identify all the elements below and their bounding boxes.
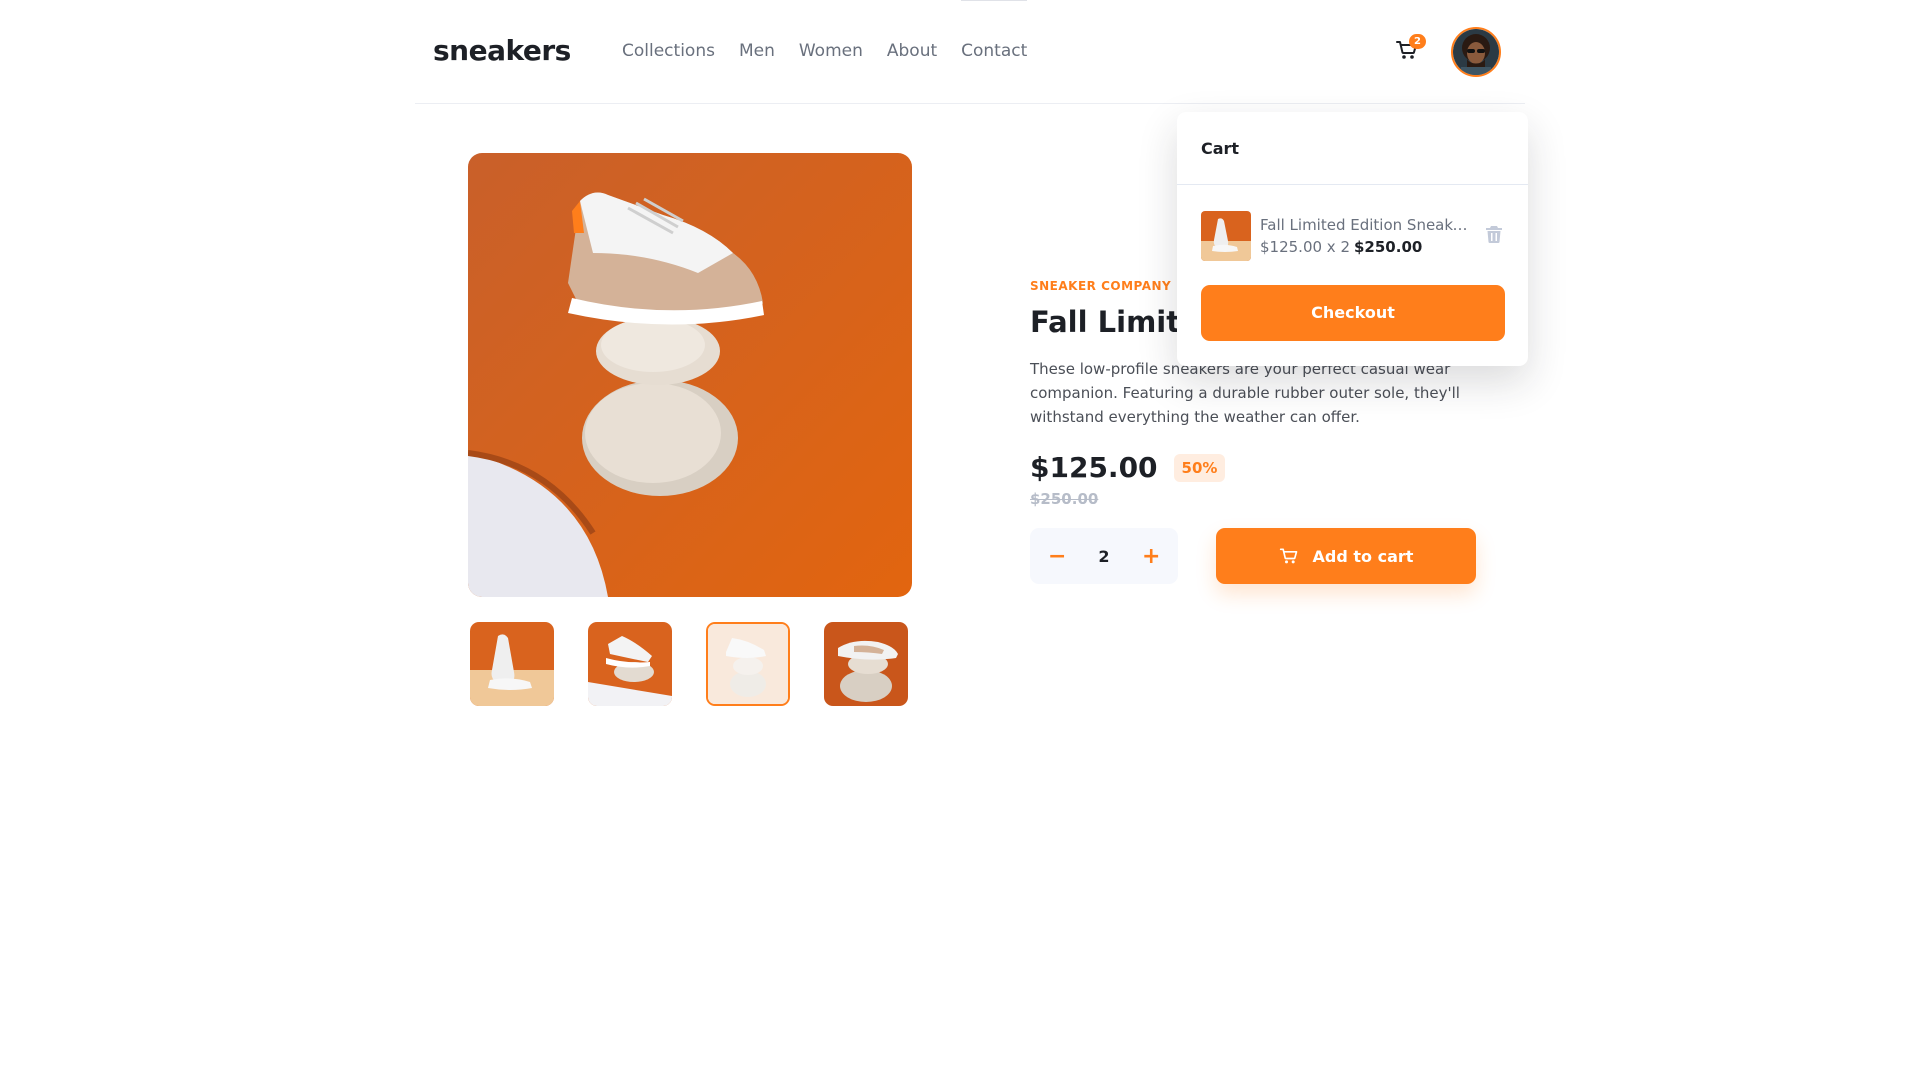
current-price: $125.00 — [1030, 451, 1158, 484]
nav-about[interactable]: About — [887, 41, 937, 61]
checkout-button[interactable]: Checkout — [1201, 285, 1505, 341]
logo[interactable]: sneakers — [433, 34, 571, 67]
cart-item-pricing: $125.00 x 2 $250.00 — [1260, 238, 1470, 256]
nav-men[interactable]: Men — [739, 41, 775, 61]
cart-count-badge: 2 — [1409, 34, 1426, 49]
cart-title: Cart — [1177, 112, 1528, 185]
original-price: $250.00 — [1030, 490, 1099, 508]
decrease-quantity-button[interactable]: − — [1048, 544, 1066, 569]
quantity-stepper: − 2 + — [1030, 528, 1178, 584]
thumbnail-row — [470, 622, 942, 706]
cart-button[interactable]: 2 — [1395, 34, 1426, 66]
trash-icon[interactable] — [1486, 225, 1502, 247]
user-avatar[interactable] — [1451, 27, 1501, 77]
thumbnail-2[interactable] — [588, 622, 672, 706]
site-header: sneakers Collections Men Women About Con… — [415, 0, 1525, 104]
discount-badge: 50% — [1173, 453, 1226, 482]
cart-dropdown: Cart Fall Limited Edition Sneakers $125.… — [1177, 112, 1528, 366]
add-to-cart-button[interactable]: Add to cart — [1216, 528, 1476, 584]
main-nav: Collections Men Women About Contact — [622, 0, 1051, 61]
product-description: These low-profile sneakers are your perf… — [1030, 360, 1460, 426]
thumbnail-4[interactable] — [824, 622, 908, 706]
nav-contact[interactable]: Contact — [961, 0, 1028, 61]
increase-quantity-button[interactable]: + — [1142, 544, 1160, 569]
cart-item-total: $250.00 — [1354, 238, 1423, 256]
thumbnail-1[interactable] — [470, 622, 554, 706]
main-product-image[interactable] — [468, 153, 912, 597]
thumbnail-3[interactable] — [706, 622, 790, 706]
price-row: $125.00 50% — [1030, 451, 1480, 484]
cart-item: Fall Limited Edition Sneakers $125.00 x … — [1201, 211, 1505, 261]
add-to-cart-label: Add to cart — [1312, 546, 1414, 566]
cart-item-info: Fall Limited Edition Sneakers $125.00 x … — [1260, 216, 1470, 256]
cart-item-name: Fall Limited Edition Sneakers — [1260, 216, 1470, 234]
cart-item-unit-quantity: $125.00 x 2 — [1260, 238, 1350, 256]
cart-item-thumbnail — [1201, 211, 1251, 261]
nav-women[interactable]: Women — [799, 41, 863, 61]
cart-icon — [1279, 548, 1297, 564]
nav-collections[interactable]: Collections — [622, 41, 715, 61]
quantity-value: 2 — [1098, 546, 1110, 566]
